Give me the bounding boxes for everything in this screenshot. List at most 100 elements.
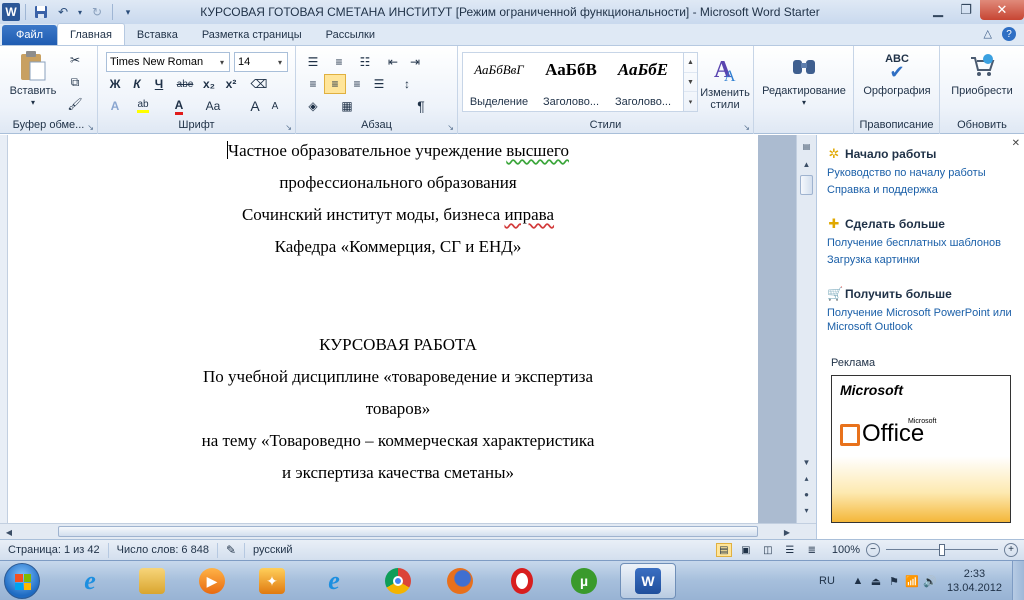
zoom-knob[interactable] [939, 544, 945, 556]
scroll-left-icon[interactable]: ◀ [2, 525, 16, 539]
editing-button[interactable]: Редактирование ▾ [758, 50, 850, 109]
zoom-level[interactable]: 100% [832, 544, 860, 556]
strikethrough-button[interactable]: abe [174, 74, 196, 94]
show-hidden-icons-icon[interactable]: ▲ [851, 575, 865, 587]
cut-icon[interactable]: ✂ [64, 50, 86, 70]
horizontal-scrollbar[interactable]: ◀ ▶ [0, 523, 816, 539]
customize-qat-icon[interactable]: ▾ [118, 2, 138, 22]
flag-icon[interactable]: ⚑ [887, 575, 901, 588]
taskbar-firefox[interactable] [432, 563, 488, 599]
italic-button[interactable]: К [126, 74, 148, 94]
tab-insert[interactable]: Вставка [125, 25, 190, 45]
chevron-down-icon[interactable]: ▾ [215, 53, 229, 71]
page-indicator[interactable]: Страница: 1 из 42 [0, 542, 109, 558]
word-app-icon[interactable]: W [2, 3, 20, 21]
tab-home[interactable]: Главная [57, 23, 125, 45]
scroll-right-icon[interactable]: ▶ [780, 525, 794, 539]
getting-started-guide-link[interactable]: Руководство по началу работы [827, 166, 1022, 180]
font-name-combo[interactable]: Times New Roman ▾ [106, 52, 230, 72]
highlight-icon[interactable]: ab [132, 96, 154, 116]
zoom-in-icon[interactable]: + [1004, 543, 1018, 557]
word-count[interactable]: Число слов: 6 848 [109, 542, 218, 558]
text-effects-icon[interactable]: A [104, 96, 126, 116]
zoom-out-icon[interactable]: − [866, 543, 880, 557]
purchase-button[interactable]: Приобрести [944, 50, 1020, 97]
font-color-icon[interactable]: A [168, 96, 190, 116]
volume-icon[interactable]: 🔊 [923, 575, 937, 588]
copy-icon[interactable]: ⧉ [64, 72, 86, 92]
horizontal-scroll-thumb[interactable] [58, 526, 758, 537]
language-indicator-tray[interactable]: RU [819, 575, 835, 587]
increase-indent-icon[interactable]: ⇥ [404, 52, 426, 72]
font-size-combo[interactable]: 14 ▾ [234, 52, 288, 72]
full-screen-icon[interactable]: ▣ [738, 543, 754, 557]
borders-icon[interactable]: ▦ [336, 96, 358, 116]
tab-mailings[interactable]: Рассылки [314, 25, 387, 45]
chevron-down-icon[interactable]: ▾ [273, 53, 287, 71]
scroll-down-icon[interactable]: ▼ [800, 455, 813, 469]
get-powerpoint-link[interactable]: Получение Microsoft PowerPoint или Micro… [827, 306, 1022, 334]
numbering-icon[interactable]: ≡ [328, 52, 350, 72]
gallery-down-icon[interactable]: ▼ [684, 73, 697, 93]
ruler-toggle-icon[interactable]: ▤ [800, 139, 813, 153]
draft-icon[interactable]: ≣ [804, 543, 820, 557]
gallery-more-icon[interactable]: ▾ [684, 92, 697, 111]
multilevel-list-icon[interactable]: ☷ [354, 52, 376, 72]
undo-dropdown-icon[interactable]: ▾ [75, 2, 85, 22]
help-support-link[interactable]: Справка и поддержка [827, 183, 1022, 197]
minimize-ribbon-icon[interactable]: △ [984, 27, 992, 41]
dialog-launcher-icon[interactable]: ↘ [87, 120, 94, 135]
grow-font-button[interactable]: A [244, 96, 266, 116]
underline-button[interactable]: Ч [148, 74, 170, 94]
taskbar-media-player[interactable]: ▶ [184, 563, 240, 599]
proofing-status-icon[interactable]: ✎ [218, 542, 246, 558]
shading-icon[interactable]: ◈ [302, 96, 324, 116]
dialog-launcher-icon[interactable]: ↘ [285, 120, 292, 135]
document-page[interactable]: Частное образовательное учреждение высше… [8, 135, 758, 523]
clear-formatting-icon[interactable]: ⌫ [248, 74, 270, 94]
taskbar-app-4[interactable]: ✦ [244, 563, 300, 599]
next-page-icon[interactable]: ▾ [800, 503, 813, 517]
print-layout-icon[interactable]: ▤ [715, 543, 732, 557]
style-emphasis[interactable]: АаБбВвГ Выделение [463, 53, 535, 111]
change-styles-button[interactable]: AA Изменить стили [698, 52, 752, 111]
line-spacing-icon[interactable]: ↕ [396, 74, 418, 94]
undo-icon[interactable]: ↶ [53, 2, 73, 22]
scroll-up-icon[interactable]: ▲ [800, 157, 813, 171]
paste-button[interactable]: Вставить ▾ [8, 50, 58, 109]
taskbar-opera[interactable] [494, 563, 550, 599]
subscript-button[interactable]: x₂ [198, 74, 220, 94]
superscript-button[interactable]: x² [220, 74, 242, 94]
tab-file[interactable]: Файл [2, 25, 58, 45]
gallery-up-icon[interactable]: ▲ [684, 53, 697, 73]
spelling-button[interactable]: ABC ✔ Орфография [858, 50, 936, 97]
office-ad-banner[interactable]: Microsoft Microsoft Office [831, 375, 1011, 523]
decrease-indent-icon[interactable]: ⇤ [382, 52, 404, 72]
prev-page-icon[interactable]: ▴ [800, 471, 813, 485]
taskbar-chrome[interactable] [370, 563, 426, 599]
zoom-slider[interactable] [886, 543, 998, 557]
taskbar-explorer[interactable] [124, 563, 180, 599]
help-icon[interactable]: ? [1002, 27, 1016, 41]
browse-object-icon[interactable]: ● [800, 487, 813, 501]
start-button[interactable] [4, 563, 40, 599]
bold-button[interactable]: Ж [104, 74, 126, 94]
close-button[interactable]: ✕ [980, 0, 1024, 20]
align-left-icon[interactable]: ≡ [302, 74, 324, 94]
bullets-icon[interactable]: ☰ [302, 52, 324, 72]
free-templates-link[interactable]: Получение бесплатных шаблонов [827, 236, 1022, 250]
format-painter-icon[interactable]: 🖌 [64, 94, 86, 114]
clock[interactable]: 2:33 13.04.2012 [947, 567, 1002, 595]
restore-button[interactable]: ❐ [952, 0, 980, 20]
clipart-link[interactable]: Загрузка картинки [827, 253, 1022, 267]
tab-page-layout[interactable]: Разметка страницы [190, 25, 314, 45]
language-indicator[interactable]: русский [245, 543, 300, 558]
taskbar-word[interactable]: W [620, 563, 676, 599]
usb-icon[interactable]: ⏏ [869, 575, 883, 588]
justify-icon[interactable]: ☰ [368, 74, 390, 94]
shrink-font-button[interactable]: A [264, 96, 286, 116]
taskbar-ie[interactable]: e [62, 563, 118, 599]
style-heading-1[interactable]: АаБбВ Заголово... [535, 53, 607, 111]
change-case-button[interactable]: Aa [202, 96, 224, 116]
outline-icon[interactable]: ☰ [782, 543, 798, 557]
